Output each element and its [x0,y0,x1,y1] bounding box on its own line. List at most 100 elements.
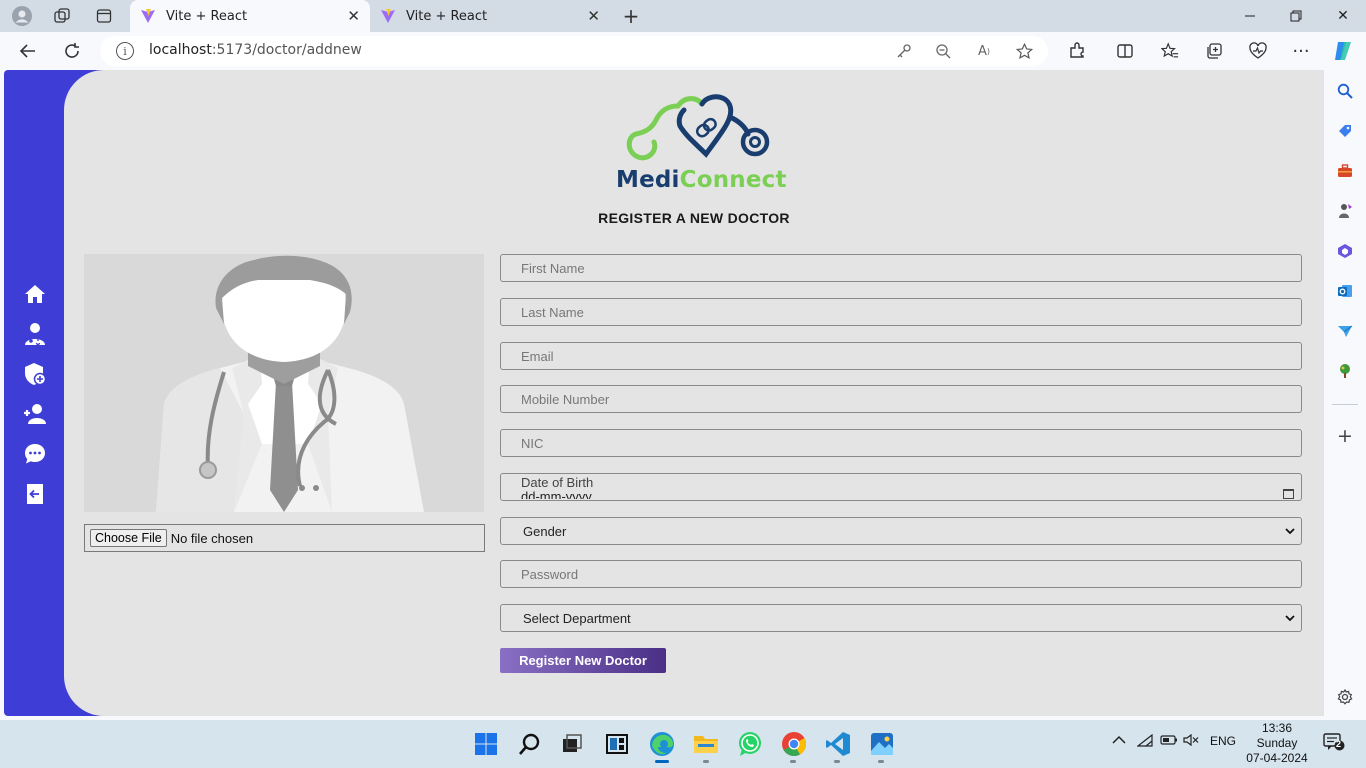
microsoft-365-icon[interactable] [1335,241,1355,261]
tools-briefcase-icon[interactable] [1335,161,1355,181]
key-icon[interactable] [894,41,914,61]
shopping-tag-icon[interactable] [1335,121,1355,141]
url-text[interactable]: localhost:5173/doctor/addnew [149,42,362,58]
chevron-down-icon [1285,615,1295,622]
app-sidebar [4,70,64,716]
vite-icon [140,8,156,24]
medi-connect-app: MediConnect REGISTER A NEW DOCTOR Choose… [4,70,1324,716]
password-input[interactable]: Password [500,560,1302,588]
nic-input[interactable]: NIC [500,429,1302,457]
edge-active-indicator [655,760,669,763]
windows-taskbar: ENG 13:36 Sunday 07-04-2024 2 [0,720,1366,768]
choose-file-button[interactable]: Choose File [90,529,167,547]
calendar-icon[interactable] [1283,489,1294,499]
site-info-icon[interactable]: i [116,42,134,60]
notification-count: 2 [1336,739,1342,749]
back-icon[interactable] [17,40,39,62]
minimize-icon[interactable] [1240,6,1260,26]
notifications-icon[interactable]: 2 [1323,732,1345,755]
file-status: No file chosen [170,530,254,546]
browser-tab-strip: Vite + React ✕ Vite + React ✕ + ✕ [0,0,1366,32]
restore-icon[interactable] [1286,6,1306,26]
dob-label: Date of Birth [521,475,594,490]
send-icon[interactable] [1335,321,1355,341]
register-doctor-card: MediConnect REGISTER A NEW DOCTOR Choose… [64,70,1324,716]
chrome-icon[interactable] [780,730,808,758]
search-icon[interactable] [516,730,544,758]
gender-select[interactable]: Gender [500,517,1302,545]
tab-actions-icon[interactable] [94,6,114,26]
tab-title: Vite + React [406,8,488,24]
logout-icon[interactable] [23,482,47,506]
network-icon[interactable] [1136,733,1153,751]
tab-vite-react-active[interactable]: Vite + React ✕ [130,0,370,32]
vscode-icon[interactable] [824,730,852,758]
email-input[interactable]: Email [500,342,1302,370]
close-window-icon[interactable]: ✕ [1333,6,1353,26]
show-hidden-icons-icon[interactable] [1112,734,1126,749]
games-icon[interactable] [1335,201,1355,221]
language-indicator[interactable]: ENG [1210,734,1236,748]
user-add-icon[interactable] [23,402,47,426]
explorer-indicator [703,760,709,763]
brand-name: MediConnect [616,167,787,193]
volume-muted-icon[interactable] [1183,733,1199,749]
add-sidebar-app-icon[interactable]: + [1335,425,1355,447]
favorites-icon[interactable] [1159,40,1181,62]
outlook-icon[interactable] [1335,281,1355,301]
extensions-icon[interactable] [1066,40,1088,62]
tab-vite-react[interactable]: Vite + React ✕ [370,0,610,32]
last-name-input[interactable]: Last Name [500,298,1302,326]
collections-icon[interactable] [1203,40,1225,62]
tab-title: Vite + React [166,8,248,24]
workspaces-icon[interactable] [52,6,72,26]
profile-photo-file-input[interactable]: Choose File No file chosen [84,524,485,552]
address-bar[interactable]: i localhost:5173/doctor/addnew A) [100,36,1048,66]
search-icon[interactable] [1335,81,1355,101]
performance-icon[interactable] [1247,40,1269,62]
settings-gear-icon[interactable] [1335,687,1355,707]
doctor-icon[interactable] [23,322,47,346]
shield-add-icon[interactable] [23,362,47,386]
zoom-out-icon[interactable] [933,41,953,61]
first-name-input[interactable]: First Name [500,254,1302,282]
dob-placeholder: dd-mm-yyyy [521,490,592,499]
more-menu-icon[interactable]: ··· [1290,40,1312,62]
date-of-birth-input[interactable]: Date of Birth dd-mm-yyyy [500,473,1302,501]
whatsapp-icon[interactable] [736,730,764,758]
photos-icon[interactable] [868,730,896,758]
vite-icon [380,8,396,24]
system-clock[interactable]: 13:36 Sunday 07-04-2024 [1240,721,1314,766]
close-tab-icon[interactable]: ✕ [347,7,360,25]
page-title: REGISTER A NEW DOCTOR [598,210,790,226]
page-viewport: MediConnect REGISTER A NEW DOCTOR Choose… [0,70,1324,720]
home-icon[interactable] [23,282,47,306]
doctor-avatar-placeholder [84,254,484,512]
chrome-indicator [790,760,796,763]
close-tab-icon[interactable]: ✕ [587,7,600,25]
edge-sidebar-divider [1332,404,1358,405]
copilot-icon[interactable] [1332,40,1354,62]
battery-icon[interactable] [1160,734,1178,749]
browser-toolbar: i localhost:5173/doctor/addnew A) ··· [0,32,1366,70]
tree-icon[interactable] [1335,361,1355,381]
widgets-icon[interactable] [603,730,631,758]
new-tab-icon[interactable]: + [621,4,641,28]
vscode-indicator [834,760,840,763]
profile-icon[interactable] [12,6,32,26]
task-view-icon[interactable] [558,730,586,758]
department-select[interactable]: Select Department [500,604,1302,632]
mobile-number-input[interactable]: Mobile Number [500,385,1302,413]
file-explorer-icon[interactable] [692,730,720,758]
register-new-doctor-button[interactable]: Register New Doctor [500,648,666,673]
photos-indicator [878,760,884,763]
start-windows-icon[interactable] [472,730,500,758]
chevron-down-icon [1285,528,1295,535]
refresh-icon[interactable] [61,40,83,62]
edge-sidebar: + [1324,70,1366,720]
edge-browser-icon[interactable] [648,730,676,758]
split-screen-icon[interactable] [1114,40,1136,62]
read-aloud-icon[interactable]: A) [974,41,994,61]
chat-icon[interactable] [23,442,47,466]
favorite-star-icon[interactable] [1014,41,1034,61]
